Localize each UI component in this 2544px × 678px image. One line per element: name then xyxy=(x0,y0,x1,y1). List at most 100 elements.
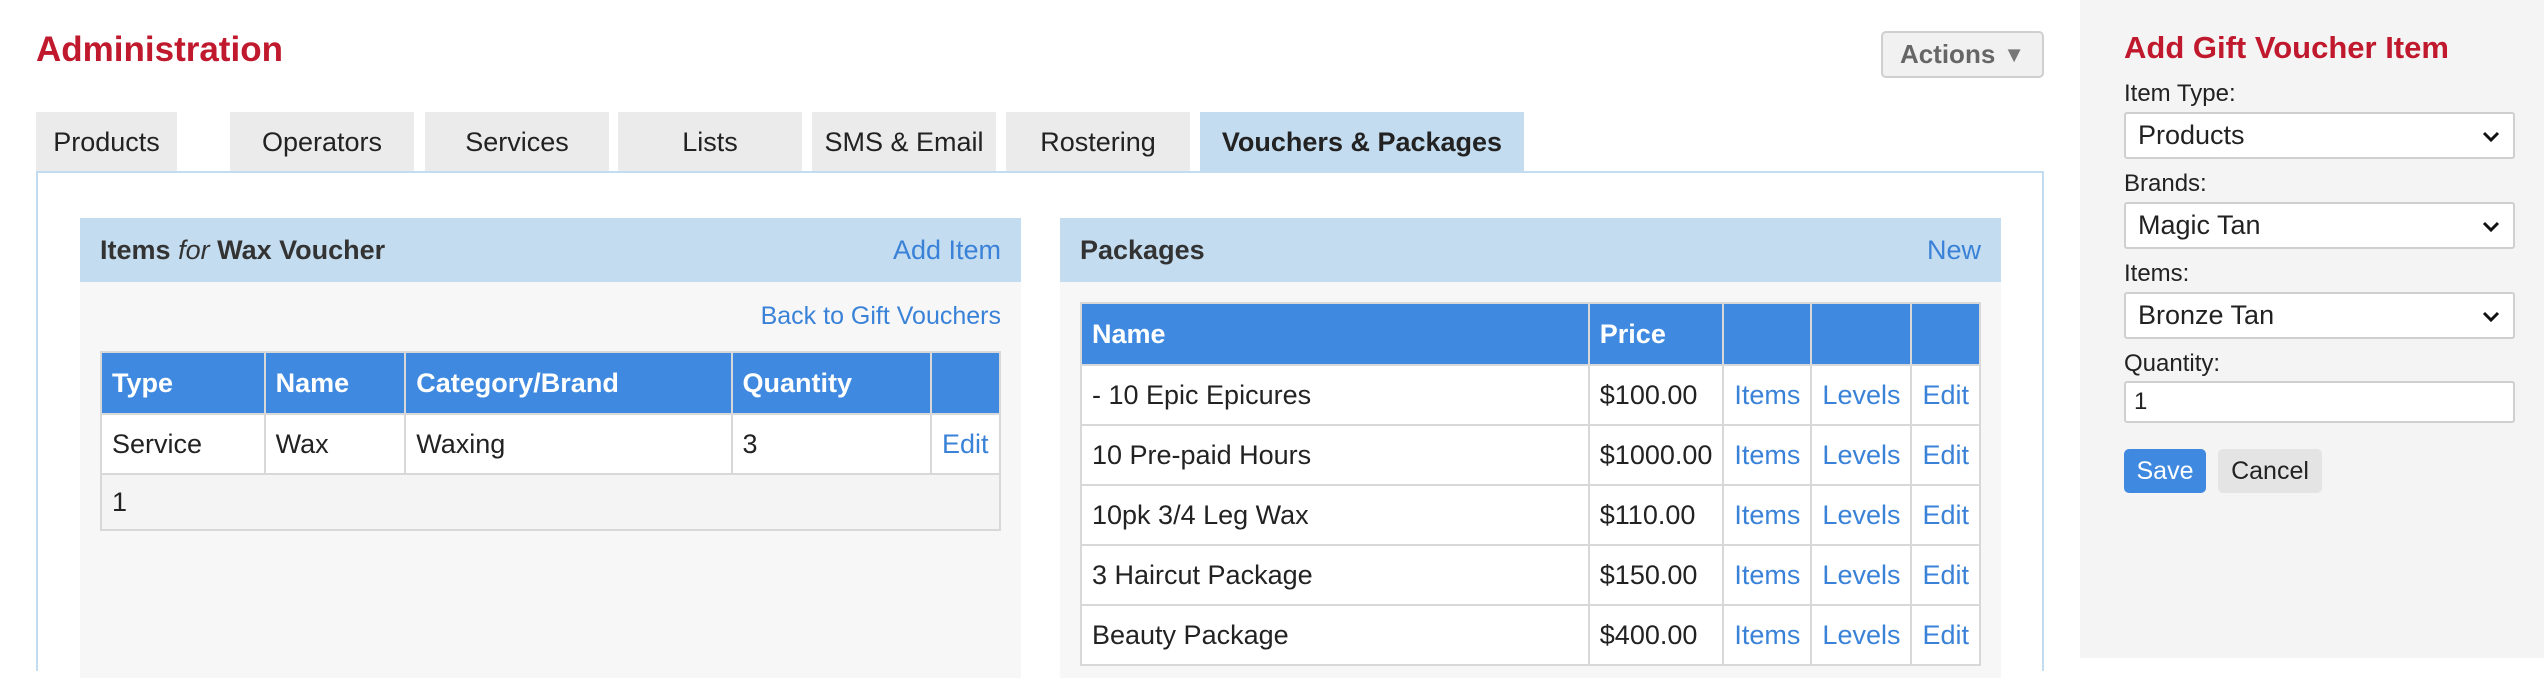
column-header-category-brand: Category/Brand xyxy=(404,351,733,415)
items-value: Bronze Tan xyxy=(2138,300,2275,330)
cell-items: Items xyxy=(1722,544,1813,606)
column-header-name: Name xyxy=(263,351,407,415)
tab-vouchers-packages[interactable]: Vouchers & Packages xyxy=(1200,112,1524,172)
cell-edit: Edit xyxy=(1910,604,1981,666)
items-label: Items: xyxy=(2124,260,2190,287)
levels-link[interactable]: Levels xyxy=(1822,440,1900,470)
column-header-price: Price xyxy=(1587,302,1725,366)
items-panel: Items for Wax Voucher Add Item Back to G… xyxy=(80,218,1021,678)
cell-name: 10pk 3/4 Leg Wax xyxy=(1080,484,1590,546)
new-package-link[interactable]: New xyxy=(1927,235,1981,266)
items-table-header: Type Name Category/Brand Quantity xyxy=(100,351,1002,415)
item-type-label: Item Type: xyxy=(2124,80,2236,107)
levels-link[interactable]: Levels xyxy=(1822,500,1900,530)
cell-name: Beauty Package xyxy=(1080,604,1590,666)
edit-link[interactable]: Edit xyxy=(1922,500,1969,530)
table-row: 10 Pre-paid Hours $1000.00 Items Levels … xyxy=(1080,424,1981,486)
cell-name: Wax xyxy=(263,413,407,475)
table-row: - 10 Epic Epicures $100.00 Items Levels … xyxy=(1080,364,1981,426)
items-select[interactable]: Bronze Tan xyxy=(2124,292,2515,339)
items-link[interactable]: Items xyxy=(1734,500,1800,530)
chevron-down-icon xyxy=(2482,221,2500,233)
items-table: Type Name Category/Brand Quantity Servic… xyxy=(100,351,1002,531)
cell-edit: Edit xyxy=(1910,364,1981,426)
cell-price: $1000.00 xyxy=(1587,424,1725,486)
items-title-prefix: Items xyxy=(100,234,171,265)
items-title-subject: Wax Voucher xyxy=(217,234,386,265)
column-header-type: Type xyxy=(100,351,266,415)
cell-price: $150.00 xyxy=(1587,544,1725,606)
tab-services[interactable]: Services xyxy=(425,112,609,172)
cell-edit: Edit xyxy=(1910,484,1981,546)
tab-rostering[interactable]: Rostering xyxy=(1006,112,1190,172)
actions-label: Actions xyxy=(1899,39,1996,69)
add-gift-voucher-item-sidebar: Add Gift Voucher Item Item Type: Product… xyxy=(2080,0,2544,658)
table-row: 3 Haircut Package $150.00 Items Levels E… xyxy=(1080,544,1981,606)
items-table-footer: 1 xyxy=(100,473,1001,531)
cell-levels: Levels xyxy=(1810,604,1913,666)
cell-type: Service xyxy=(100,413,266,475)
cell-category: Waxing xyxy=(404,413,733,475)
cell-price: $100.00 xyxy=(1587,364,1725,426)
page-number[interactable]: 1 xyxy=(100,473,1001,531)
chevron-down-icon xyxy=(2482,311,2500,323)
cancel-button[interactable]: Cancel xyxy=(2218,449,2322,493)
cell-items: Items xyxy=(1722,424,1813,486)
edit-link[interactable]: Edit xyxy=(1922,380,1969,410)
add-item-link[interactable]: Add Item xyxy=(893,235,1001,266)
tab-operators[interactable]: Operators xyxy=(230,112,414,172)
cell-items: Items xyxy=(1722,364,1813,426)
items-link[interactable]: Items xyxy=(1734,620,1800,650)
quantity-input[interactable]: 1 xyxy=(2124,381,2515,423)
packages-panel-header: Packages New xyxy=(1060,218,2001,282)
levels-link[interactable]: Levels xyxy=(1822,620,1900,650)
table-row: Beauty Package $400.00 Items Levels Edit xyxy=(1080,604,1981,666)
items-title-connector: for xyxy=(178,234,210,265)
packages-table-header: Name Price xyxy=(1080,302,1981,366)
levels-link[interactable]: Levels xyxy=(1822,560,1900,590)
items-link[interactable]: Items xyxy=(1734,560,1800,590)
brands-value: Magic Tan xyxy=(2138,210,2261,240)
cell-levels: Levels xyxy=(1810,364,1913,426)
column-header-name: Name xyxy=(1080,302,1590,366)
tab-panel: Items for Wax Voucher Add Item Back to G… xyxy=(36,171,2044,678)
chevron-down-icon xyxy=(2482,131,2500,143)
edit-link[interactable]: Edit xyxy=(1922,440,1969,470)
column-header-edit xyxy=(1910,302,1981,366)
cell-levels: Levels xyxy=(1810,544,1913,606)
tab-products[interactable]: Products xyxy=(36,112,177,172)
levels-link[interactable]: Levels xyxy=(1822,380,1900,410)
save-button[interactable]: Save xyxy=(2124,449,2206,493)
packages-table: Name Price - 10 Epic Epicures $100.00 It… xyxy=(1080,302,1981,666)
table-row: 10pk 3/4 Leg Wax $110.00 Items Levels Ed… xyxy=(1080,484,1981,546)
back-to-gift-vouchers-link[interactable]: Back to Gift Vouchers xyxy=(761,302,1001,331)
tab-sms-email[interactable]: SMS & Email xyxy=(812,112,996,172)
quantity-label: Quantity: xyxy=(2124,350,2221,377)
cell-items: Items xyxy=(1722,604,1813,666)
items-link[interactable]: Items xyxy=(1734,380,1800,410)
cell-name: 10 Pre-paid Hours xyxy=(1080,424,1590,486)
column-header-items xyxy=(1722,302,1813,366)
column-header-quantity: Quantity xyxy=(730,351,932,415)
item-type-select[interactable]: Products xyxy=(2124,112,2515,159)
cell-quantity: 3 xyxy=(730,413,932,475)
items-panel-title: Items for Wax Voucher xyxy=(100,235,385,266)
edit-link[interactable]: Edit xyxy=(1922,560,1969,590)
tab-lists[interactable]: Lists xyxy=(618,112,802,172)
cell-name: - 10 Epic Epicures xyxy=(1080,364,1590,426)
actions-button[interactable]: Actions ▼ xyxy=(1881,31,2044,78)
edit-link[interactable]: Edit xyxy=(1922,620,1969,650)
cell-edit: Edit xyxy=(929,413,1002,475)
cell-items: Items xyxy=(1722,484,1813,546)
table-row: Service Wax Waxing 3 Edit xyxy=(100,413,1002,475)
cell-levels: Levels xyxy=(1810,424,1913,486)
triangle-down-icon: ▼ xyxy=(2003,41,2026,67)
cell-price: $110.00 xyxy=(1587,484,1725,546)
edit-link[interactable]: Edit xyxy=(942,429,989,459)
sidebar-title: Add Gift Voucher Item xyxy=(2124,30,2449,65)
cell-edit: Edit xyxy=(1910,424,1981,486)
brands-select[interactable]: Magic Tan xyxy=(2124,202,2515,249)
items-link[interactable]: Items xyxy=(1734,440,1800,470)
brands-label: Brands: xyxy=(2124,170,2207,197)
cell-name: 3 Haircut Package xyxy=(1080,544,1590,606)
